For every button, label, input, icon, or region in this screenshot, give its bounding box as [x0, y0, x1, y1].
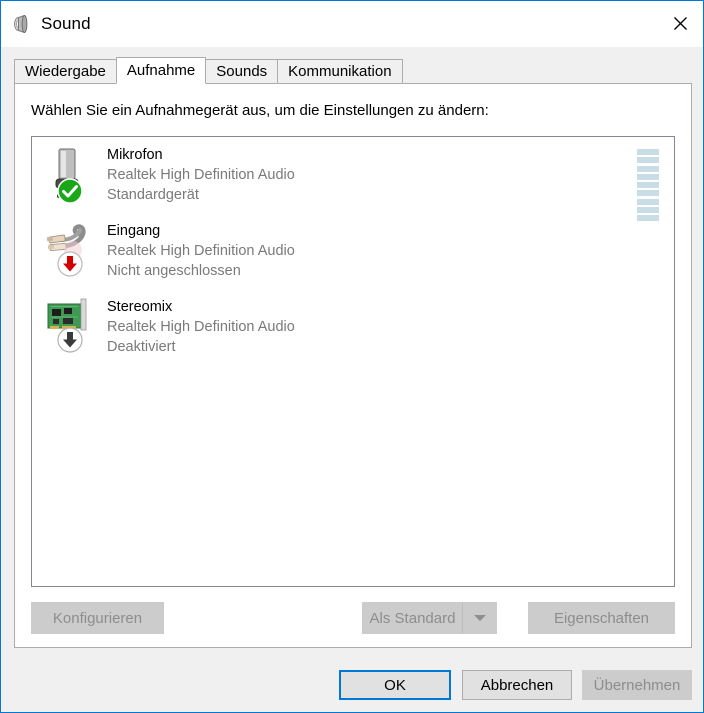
tab-aufnahme[interactable]: Aufnahme	[115, 57, 207, 84]
properties-button[interactable]: Eigenschaften	[528, 602, 675, 634]
tab-panel-aufnahme: Wählen Sie ein Aufnahmegerät aus, um die…	[14, 83, 692, 648]
tab-kommunikation[interactable]: Kommunikation	[277, 59, 403, 84]
device-driver: Realtek High Definition Audio	[107, 243, 295, 259]
title-bar: Sound	[1, 1, 703, 47]
tab-strip: Wiedergabe Aufnahme Sounds Kommunikation	[14, 57, 403, 84]
tab-sounds[interactable]: Sounds	[205, 59, 279, 84]
recording-device-list[interactable]: Mikrofon Realtek High Definition Audio S…	[31, 136, 675, 587]
device-name: Stereomix	[107, 299, 173, 315]
microphone-icon	[45, 144, 99, 206]
rca-cable-icon	[45, 220, 99, 282]
set-default-button[interactable]: Als Standard	[362, 602, 462, 634]
ok-button[interactable]: OK	[339, 670, 451, 700]
meter-segment	[637, 190, 659, 197]
meter-segment	[637, 198, 659, 205]
volume-level-meter	[637, 149, 659, 221]
cancel-button[interactable]: Abbrechen	[462, 670, 572, 700]
device-text-block: Eingang Realtek High Definition Audio Ni…	[107, 221, 295, 281]
gray-down-arrow-badge	[57, 327, 83, 353]
list-item[interactable]: Mikrofon Realtek High Definition Audio S…	[32, 137, 674, 221]
window-title: Sound	[41, 14, 91, 33]
green-check-badge	[57, 178, 83, 204]
device-name: Mikrofon	[107, 147, 163, 163]
device-text-block: Stereomix Realtek High Definition Audio …	[107, 297, 295, 357]
device-text-block: Mikrofon Realtek High Definition Audio S…	[107, 145, 295, 205]
device-status: Standardgerät	[107, 187, 199, 203]
list-item[interactable]: Stereomix Realtek High Definition Audio …	[32, 289, 674, 365]
device-driver: Realtek High Definition Audio	[107, 319, 295, 335]
meter-segment	[637, 206, 659, 213]
red-down-arrow-badge	[57, 251, 83, 277]
device-driver: Realtek High Definition Audio	[107, 167, 295, 183]
list-item[interactable]: Eingang Realtek High Definition Audio Ni…	[32, 213, 674, 289]
apply-button[interactable]: Übernehmen	[582, 670, 692, 700]
instruction-text: Wählen Sie ein Aufnahmegerät aus, um die…	[31, 102, 489, 119]
sound-dialog-window: Sound Wiedergabe Aufnahme Sounds Kommuni…	[0, 0, 704, 713]
device-status: Nicht angeschlossen	[107, 263, 241, 279]
chevron-down-glyph	[473, 615, 486, 621]
tab-wiedergabe[interactable]: Wiedergabe	[14, 59, 117, 84]
sound-card-icon	[45, 296, 99, 358]
meter-segment	[637, 157, 659, 164]
meter-segment	[637, 165, 659, 172]
speaker-icon	[10, 13, 32, 35]
close-icon[interactable]	[657, 1, 703, 45]
meter-segment	[637, 173, 659, 180]
meter-segment	[637, 182, 659, 188]
device-status: Deaktiviert	[107, 339, 176, 355]
chevron-down-icon[interactable]	[462, 602, 497, 634]
configure-button[interactable]: Konfigurieren	[31, 602, 164, 634]
meter-segment	[637, 149, 659, 155]
device-name: Eingang	[107, 223, 161, 239]
